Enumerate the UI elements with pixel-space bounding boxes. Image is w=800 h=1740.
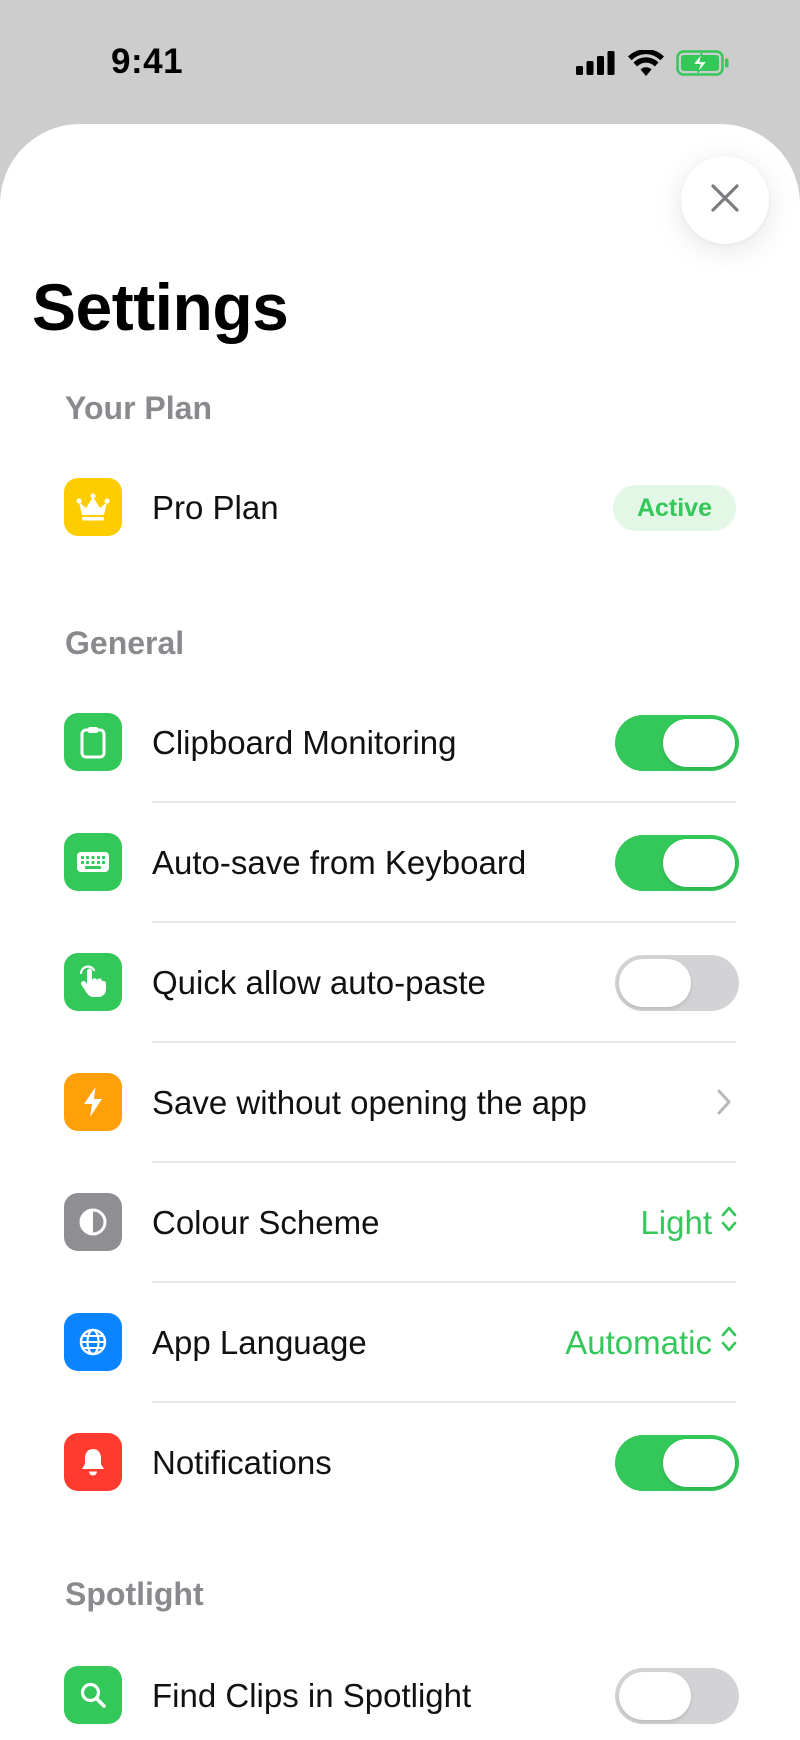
keyboard-icon [64, 833, 122, 891]
toggle-knob [619, 1672, 691, 1720]
bolt-icon [64, 1073, 122, 1131]
toggle-knob [663, 839, 735, 887]
toggle-knob [663, 719, 735, 767]
wifi-icon [628, 50, 664, 76]
chevron-up-down-icon [720, 1204, 738, 1242]
toggle-knob [619, 959, 691, 1007]
clipboard-icon [64, 713, 122, 771]
row-label-clipboard-monitoring: Clipboard Monitoring [152, 724, 457, 761]
settings-sheet: Settings Your Plan Pro Plan Active Gener… [0, 124, 800, 1740]
bell-icon [64, 1433, 122, 1491]
battery-charging-icon [676, 50, 730, 76]
notifications-toggle[interactable] [615, 1435, 739, 1491]
page-title: Settings [32, 270, 289, 344]
app-language-value: Automatic [565, 1324, 712, 1361]
colour-scheme-value: Light [640, 1204, 712, 1241]
hand-tap-icon [64, 953, 122, 1011]
close-button[interactable] [681, 156, 769, 244]
row-label-find-clips-spotlight: Find Clips in Spotlight [152, 1677, 472, 1714]
contrast-icon [64, 1193, 122, 1251]
search-icon [64, 1666, 122, 1724]
status-icons [576, 50, 730, 76]
chevron-right-icon [716, 1088, 732, 1121]
row-app-language: App Language Automatic [0, 1283, 800, 1403]
row-notifications: Notifications [0, 1403, 800, 1523]
row-clipboard-monitoring: Clipboard Monitoring [0, 683, 800, 803]
row-label-auto-save-keyboard: Auto-save from Keyboard [152, 844, 527, 881]
colour-scheme-picker[interactable]: Light [640, 1163, 738, 1283]
section-header-spotlight: Spotlight [65, 1576, 204, 1612]
cellular-signal-icon [576, 51, 616, 75]
quick-allow-autopaste-toggle[interactable] [615, 955, 739, 1011]
row-save-without-opening[interactable]: Save without opening the app [0, 1043, 800, 1163]
chevron-up-down-icon [720, 1324, 738, 1362]
row-auto-save-keyboard: Auto-save from Keyboard [0, 803, 800, 923]
find-clips-spotlight-toggle[interactable] [615, 1668, 739, 1724]
clipboard-monitoring-toggle[interactable] [615, 715, 739, 771]
app-language-picker[interactable]: Automatic [565, 1283, 738, 1403]
row-pro-plan[interactable]: Pro Plan Active [0, 448, 800, 568]
status-badge: Active [612, 485, 736, 531]
row-label-app-language: App Language [152, 1324, 367, 1361]
status-bar: 9:41 [0, 0, 800, 124]
auto-save-keyboard-toggle[interactable] [615, 835, 739, 891]
row-find-clips-spotlight: Find Clips in Spotlight [0, 1636, 800, 1740]
section-header-your-plan: Your Plan [65, 390, 212, 426]
row-label-notifications: Notifications [152, 1444, 332, 1481]
toggle-knob [663, 1439, 735, 1487]
row-label-pro-plan: Pro Plan [152, 489, 279, 526]
row-quick-allow-autopaste: Quick allow auto-paste [0, 923, 800, 1043]
row-label-save-without-opening: Save without opening the app [152, 1084, 587, 1121]
crown-icon [64, 478, 122, 536]
status-time: 9:41 [111, 42, 184, 81]
row-label-colour-scheme: Colour Scheme [152, 1204, 380, 1241]
row-label-quick-allow-autopaste: Quick allow auto-paste [152, 964, 486, 1001]
globe-icon [64, 1313, 122, 1371]
section-header-general: General [65, 625, 185, 661]
row-colour-scheme: Colour Scheme Light [0, 1163, 800, 1283]
close-icon [710, 183, 740, 218]
